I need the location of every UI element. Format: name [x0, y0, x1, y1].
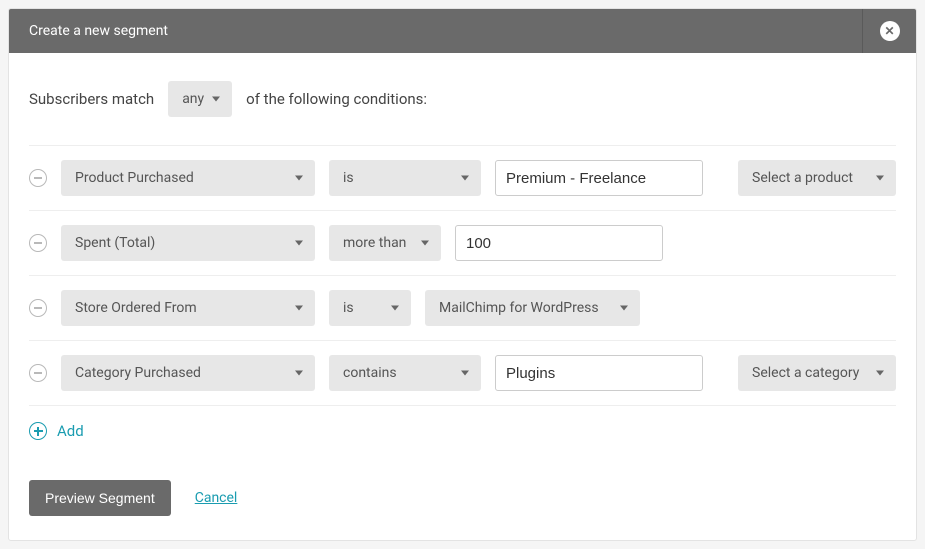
chevron-down-icon — [391, 306, 399, 311]
chevron-down-icon — [876, 176, 884, 181]
select-category-dropdown[interactable]: Select a category — [738, 355, 896, 391]
modal-title: Create a new segment — [9, 9, 862, 53]
chevron-down-icon — [295, 241, 303, 246]
minus-icon — [34, 307, 42, 309]
chevron-down-icon — [421, 241, 429, 246]
modal-body: Subscribers match any of the following c… — [9, 53, 916, 540]
modal-footer: Preview Segment Cancel — [29, 448, 896, 520]
chevron-down-icon — [295, 371, 303, 376]
chevron-down-icon — [212, 97, 220, 102]
remove-condition-button[interactable] — [29, 169, 47, 187]
match-mode-select[interactable]: any — [168, 81, 232, 117]
add-condition-button[interactable]: Add — [29, 406, 896, 448]
plus-icon — [29, 422, 47, 440]
condition-operator-select[interactable]: is — [329, 290, 411, 326]
minus-icon — [34, 372, 42, 374]
condition-operator-select[interactable]: is — [329, 160, 481, 196]
condition-operator-select[interactable]: more than — [329, 225, 441, 261]
chevron-down-icon — [295, 176, 303, 181]
minus-icon — [34, 242, 42, 244]
condition-row: Store Ordered From is MailChimp for Word… — [29, 276, 896, 341]
condition-value-input[interactable] — [495, 160, 703, 196]
match-mode-value: any — [182, 91, 204, 107]
condition-operator-select[interactable]: contains — [329, 355, 481, 391]
match-prefix: Subscribers match — [29, 90, 154, 108]
conditions-list: Product Purchased is Select a product — [29, 145, 896, 406]
select-product-dropdown[interactable]: Select a product — [738, 160, 896, 196]
condition-value-input[interactable] — [495, 355, 703, 391]
condition-row: Category Purchased contains Select a cat… — [29, 341, 896, 406]
chevron-down-icon — [620, 306, 628, 311]
condition-field-select[interactable]: Spent (Total) — [61, 225, 315, 261]
condition-field-select[interactable]: Store Ordered From — [61, 290, 315, 326]
condition-store-select[interactable]: MailChimp for WordPress — [425, 290, 640, 326]
chevron-down-icon — [461, 371, 469, 376]
match-row: Subscribers match any of the following c… — [29, 81, 896, 117]
remove-condition-button[interactable] — [29, 234, 47, 252]
condition-value-input[interactable] — [455, 225, 663, 261]
condition-field-select[interactable]: Product Purchased — [61, 160, 315, 196]
chevron-down-icon — [295, 306, 303, 311]
remove-condition-button[interactable] — [29, 299, 47, 317]
chevron-down-icon — [876, 371, 884, 376]
add-label: Add — [57, 422, 84, 440]
minus-icon — [34, 177, 42, 179]
match-suffix: of the following conditions: — [246, 90, 427, 108]
condition-row: Spent (Total) more than — [29, 211, 896, 276]
cancel-link[interactable]: Cancel — [195, 490, 238, 506]
close-button[interactable]: ✕ — [862, 9, 916, 53]
modal-header: Create a new segment ✕ — [9, 9, 916, 53]
segment-modal: Create a new segment ✕ Subscribers match… — [8, 8, 917, 541]
chevron-down-icon — [461, 176, 469, 181]
condition-field-select[interactable]: Category Purchased — [61, 355, 315, 391]
close-icon: ✕ — [880, 21, 900, 41]
condition-row: Product Purchased is Select a product — [29, 146, 896, 211]
preview-segment-button[interactable]: Preview Segment — [29, 480, 171, 516]
remove-condition-button[interactable] — [29, 364, 47, 382]
